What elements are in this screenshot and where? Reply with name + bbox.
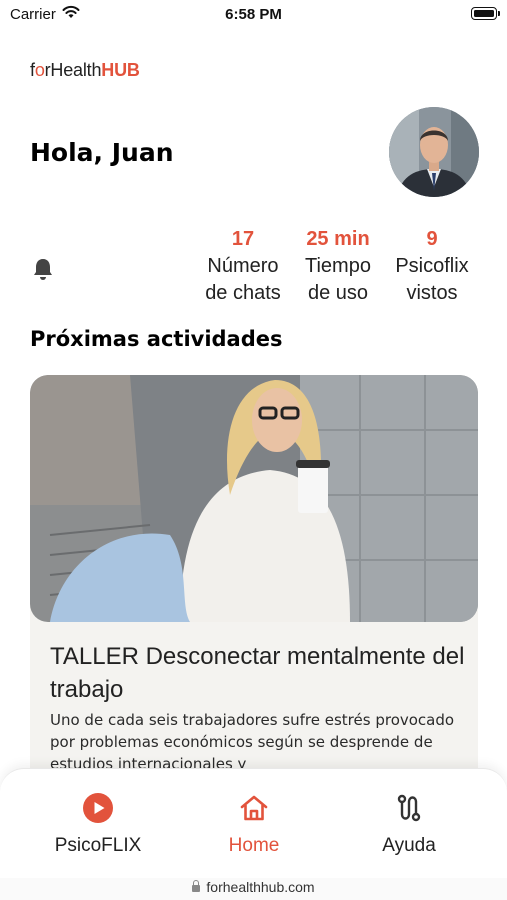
stat-psicoflix-label-2: vistos (406, 282, 458, 304)
logo-text-o: o (34, 60, 45, 80)
stat-time-label-1: Tiempo (305, 255, 371, 277)
play-circle-icon (83, 793, 113, 823)
bottom-tab-bar: PsicoFLIX Home Ayuda (0, 768, 507, 879)
logo-text-health: rHealth (44, 60, 102, 80)
stat-chats-label-2: de chats (205, 282, 281, 304)
stat-time-label-2: de uso (307, 282, 369, 304)
stat-psicoflix-label-1: Psicoflix (395, 255, 469, 277)
url-text: forhealthhub.com (206, 879, 315, 895)
logo-text-hub: HUB (101, 60, 140, 80)
activity-card[interactable]: TALLER Desconectar mentalmente del traba… (30, 375, 478, 795)
stat-psicoflix: 9 Psicoflix vistos (386, 228, 478, 307)
tab-psicoflix[interactable]: PsicoFLIX (28, 791, 168, 857)
activity-title: TALLER Desconectar mentalmente del traba… (50, 643, 465, 703)
stat-chats-value: 17 (231, 228, 255, 250)
status-time: 6:58 PM (225, 6, 282, 23)
stat-psicoflix-value: 9 (426, 228, 438, 250)
avatar[interactable] (389, 107, 479, 197)
bell-icon[interactable] (32, 257, 54, 281)
status-bar: Carrier 6:58 PM (0, 0, 507, 30)
lock-icon (192, 879, 201, 892)
greeting-title: Hola, Juan (30, 138, 174, 167)
stat-time-value: 25 min (306, 228, 370, 250)
activity-description: Uno de cada seis trabajadores sufre estr… (50, 711, 455, 773)
app-logo: forHealthHUB (30, 60, 140, 81)
stat-chats: 17 Número de chats (196, 228, 290, 307)
home-icon (240, 795, 268, 821)
tab-home-label: Home (228, 835, 280, 856)
avatar-photo (389, 107, 479, 197)
activity-image (30, 375, 478, 622)
tab-home[interactable]: Home (184, 791, 324, 857)
stat-time: 25 min Tiempo de uso (296, 228, 380, 307)
battery-icon (471, 7, 500, 20)
tab-ayuda-label: Ayuda (382, 835, 436, 856)
stat-chats-label-1: Número (207, 255, 279, 277)
browser-url-bar[interactable]: forhealthhub.com (0, 878, 507, 900)
tab-psicoflix-label: PsicoFLIX (54, 835, 142, 856)
tab-ayuda[interactable]: Ayuda (339, 791, 479, 857)
section-title-activities: Próximas actividades (30, 327, 283, 351)
route-icon (397, 794, 421, 822)
